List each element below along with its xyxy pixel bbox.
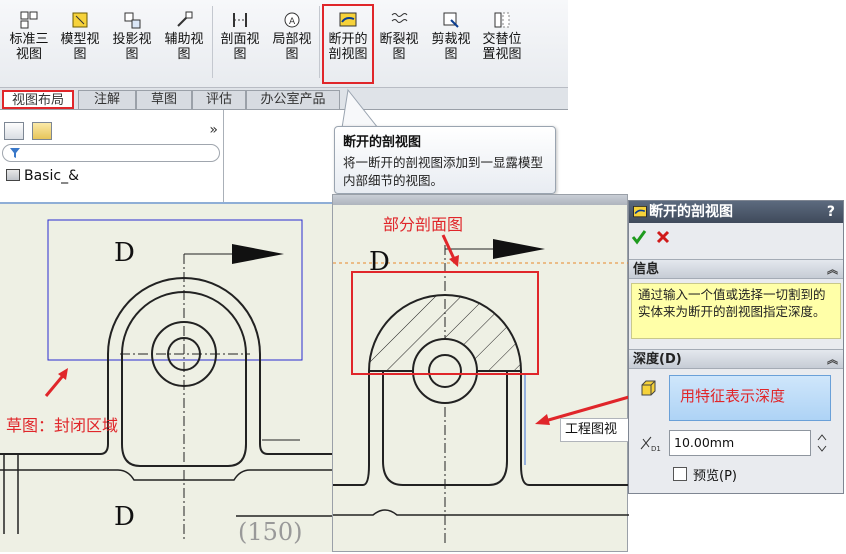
detail-view-icon: A: [284, 12, 300, 28]
alternate-position-view-icon: [494, 12, 510, 28]
break-view-icon: [391, 13, 408, 23]
broken-out-section-icon: [633, 206, 647, 218]
break-view-label: 断裂视 图: [379, 32, 419, 62]
tooltip-pointer: [341, 88, 379, 128]
command-tabs: 视图布局 注解 草图 评估 办公室产品: [0, 88, 568, 110]
alternate-position-view-label: 交替位 置视图: [482, 32, 522, 62]
tab-sketch[interactable]: 草图: [136, 90, 192, 109]
preview-label: 预览(P): [693, 469, 737, 484]
projected-view-icon: [124, 12, 141, 29]
drawing-sheet-right[interactable]: D 部分剖面图: [332, 194, 630, 552]
auxiliary-view-icon: [177, 11, 193, 27]
ok-check-icon[interactable]: [631, 229, 647, 245]
face-hint-annotation: 用特征表示深度: [680, 387, 786, 405]
depth-reference-selection-box[interactable]: 用特征表示深度: [669, 375, 831, 421]
tab-evaluate[interactable]: 评估: [192, 90, 246, 109]
info-message: 通过输入一个值或选择一切割到的实体来为断开的剖视图指定深度。: [631, 283, 841, 339]
auxiliary-view-label: 辅助视 图: [164, 32, 204, 62]
view-label-d-top: D: [114, 238, 135, 268]
highlight-box-broken-out-section: [322, 4, 374, 84]
tab-view-layout[interactable]: 视图布局: [2, 90, 74, 109]
drawing-sheet-left[interactable]: D D (150) 草图：封闭区域: [0, 202, 332, 552]
property-manager-title: 断开的剖视图 ?: [629, 201, 843, 223]
closed-sketch-region: [47, 219, 303, 361]
tooltip-body: 将一断开的剖视图添加到一显露模型内部细节的视图。: [343, 155, 544, 188]
section-arrow-right: [493, 239, 545, 259]
standard-3-view-label: 标准三 视图: [9, 32, 49, 62]
drawing-view-callout: 工程图视: [560, 418, 632, 442]
depth-section-header[interactable]: 深度(D) ︽: [629, 349, 843, 369]
info-section-header[interactable]: 信息 ︽: [629, 259, 843, 279]
drawing-icon: [6, 169, 20, 181]
help-icon[interactable]: ?: [827, 201, 835, 223]
spinner-arrows-icon: [817, 434, 827, 452]
projected-view-button[interactable]: 投影视 图: [107, 4, 157, 84]
feature-tree-tab-icon[interactable]: [4, 122, 24, 140]
standard-3-view-button[interactable]: 标准三 视图: [4, 4, 54, 84]
section-view-icon: [233, 13, 247, 27]
depth-reference-icon: [641, 380, 656, 396]
depth-header-label: 深度(D): [633, 352, 682, 367]
command-toolbar: 标准三 视图 模型视 图 投影视 图 辅助视 图 剖面视 图 A 局部视 图 断…: [0, 0, 568, 88]
panel-toolbar: »: [2, 122, 220, 142]
section-view-button[interactable]: 剖面视 图: [215, 4, 265, 84]
tab-office-products[interactable]: 办公室产品: [246, 90, 340, 109]
collapse-chevron-icon[interactable]: ︽: [827, 350, 838, 369]
alternate-position-view-button[interactable]: 交替位 置视图: [477, 4, 527, 84]
tooltip-title: 断开的剖视图: [343, 135, 422, 150]
tree-filter-input[interactable]: [2, 144, 220, 162]
info-header-label: 信息: [633, 262, 660, 277]
crop-view-button[interactable]: 剪裁视 图: [426, 4, 476, 84]
section-view-label: 剖面视 图: [220, 32, 260, 62]
crop-view-label: 剪裁视 图: [431, 32, 471, 62]
model-view-label: 模型视 图: [60, 32, 100, 62]
tab-annotation[interactable]: 注解: [78, 90, 136, 109]
cancel-x-icon[interactable]: [655, 229, 671, 245]
property-tab-icon[interactable]: [32, 122, 52, 140]
annotation-closed-region: 草图：封闭区域: [6, 416, 119, 435]
depth-input[interactable]: 10.00mm: [669, 430, 811, 456]
annotation-partial-section: 部分剖面图: [383, 215, 464, 234]
model-view-button[interactable]: 模型视 图: [55, 4, 105, 84]
depth-spinner[interactable]: [815, 430, 829, 456]
model-view-icon: [72, 12, 88, 28]
pm-title-text: 断开的剖视图: [649, 204, 733, 220]
detail-view-button[interactable]: A 局部视 图: [267, 4, 317, 84]
break-view-button[interactable]: 断裂视 图: [374, 4, 424, 84]
toolbar-separator: [212, 6, 213, 78]
collapse-panel-icon[interactable]: »: [209, 122, 218, 138]
feature-manager-panel: » Basic_&: [0, 110, 224, 202]
svg-text:A: A: [289, 17, 296, 27]
collapse-chevron-icon[interactable]: ︽: [827, 260, 838, 279]
detail-view-label: 局部视 图: [272, 32, 312, 62]
preview-checkbox[interactable]: [673, 467, 687, 481]
auxiliary-view-button[interactable]: 辅助视 图: [159, 4, 209, 84]
scale-text: (150): [238, 518, 303, 546]
projected-view-label: 投影视 图: [112, 32, 152, 62]
tooltip: 断开的剖视图 将一断开的剖视图添加到一显露模型内部细节的视图。: [334, 126, 556, 194]
annotation-arrow-left: [44, 368, 68, 397]
svg-text:D1: D1: [651, 445, 661, 453]
annotation-arrow-down: [441, 234, 459, 267]
standard-3-view-icon: [20, 11, 38, 29]
depth-dimension-icon: D1: [640, 436, 661, 453]
property-manager: 断开的剖视图 ? 信息 ︽ 通过输入一个值或选择一切割到的实体来为断开的剖视图指…: [628, 200, 844, 494]
partial-section-highlight: [351, 271, 539, 375]
section-arrow: [232, 244, 284, 264]
tree-root-label: Basic_&: [24, 168, 79, 184]
view-label-d-bottom: D: [114, 502, 135, 532]
crop-view-icon: [443, 12, 459, 28]
toolbar-separator: [319, 6, 320, 78]
filter-icon: [10, 148, 20, 158]
tree-root-item[interactable]: Basic_&: [6, 168, 79, 184]
